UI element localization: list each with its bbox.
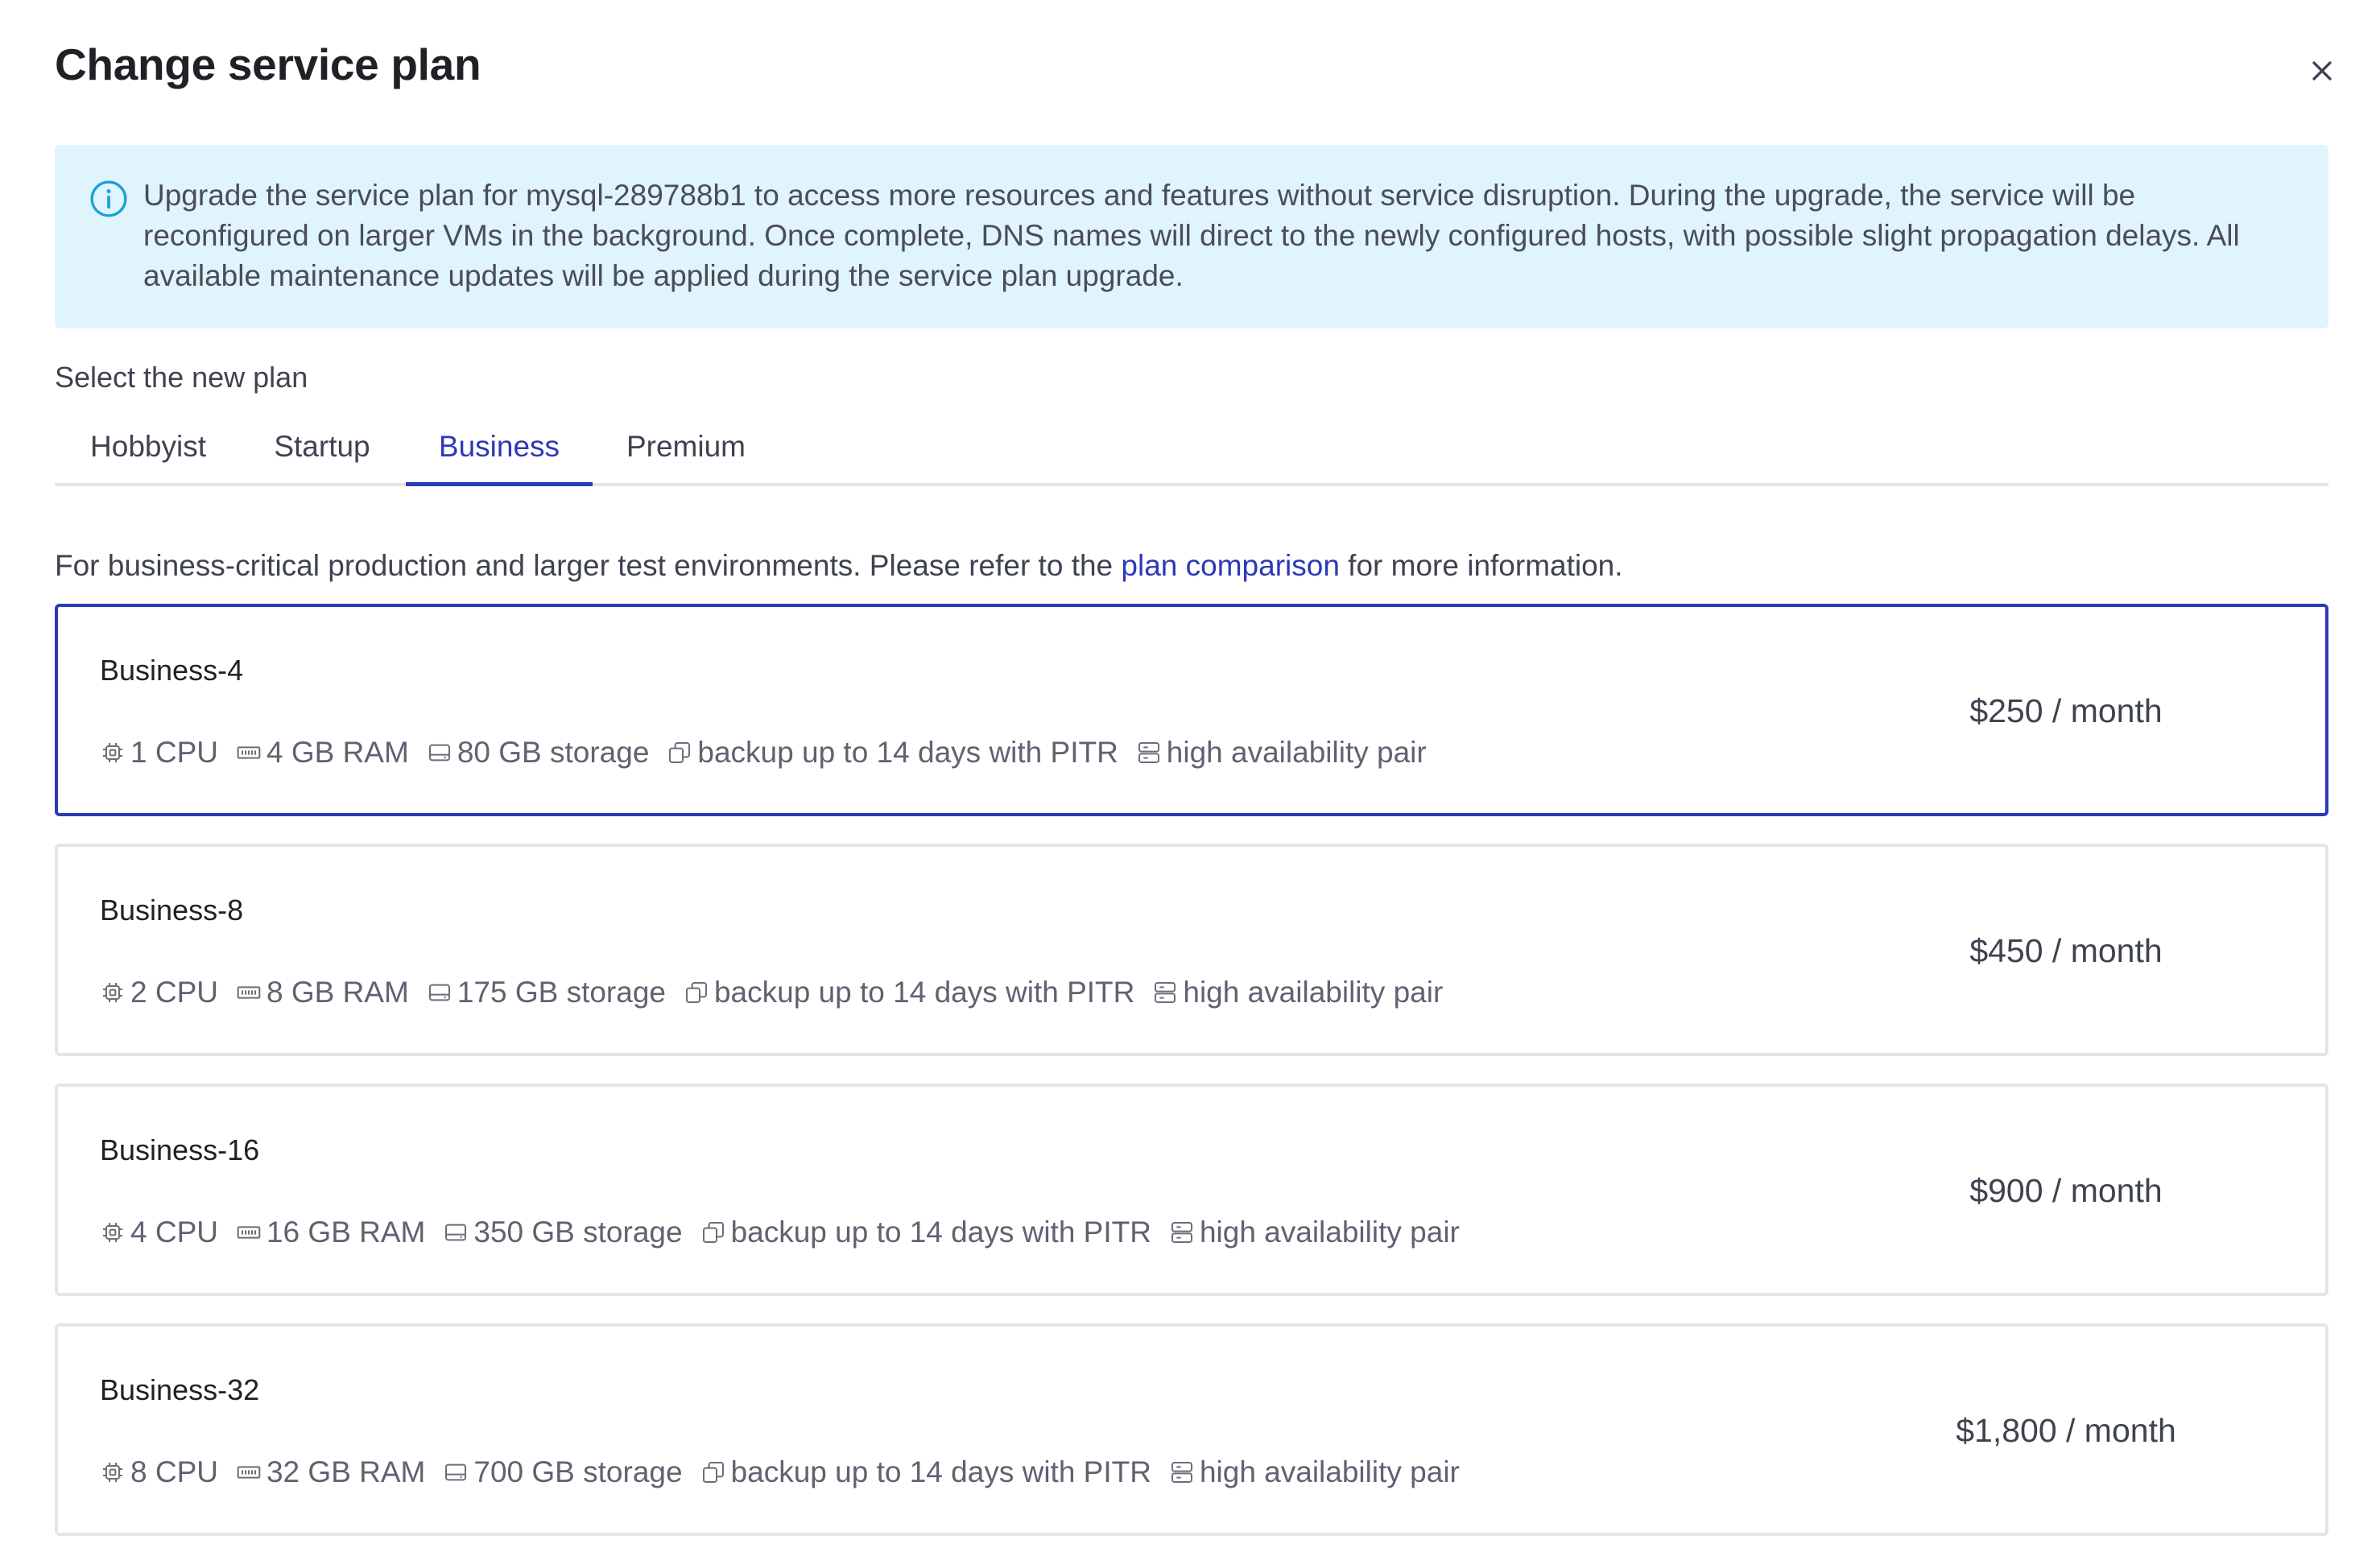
plan-specs: 8 CPU 32 GB RAM 700 GB storage backup up… (100, 1455, 1477, 1489)
plan-name: Business-8 (100, 894, 244, 927)
plan-comparison-link[interactable]: plan comparison (1121, 549, 1339, 582)
spec-ram: 8 GB RAM (236, 976, 409, 1009)
server-pair-icon (1171, 1462, 1192, 1483)
memory-icon (237, 986, 261, 999)
spec-ram-text: 4 GB RAM (266, 736, 409, 769)
spec-backup: backup up to 14 days with PITR (684, 976, 1134, 1009)
spec-ram-text: 16 GB RAM (266, 1216, 426, 1249)
select-plan-label: Select the new plan (55, 361, 308, 394)
tab-startup[interactable]: Startup (242, 411, 403, 483)
storage-icon (428, 984, 450, 1001)
plan-price: $450 / month (1969, 932, 2163, 969)
plan-price: $1,800 / month (1956, 1412, 2176, 1449)
change-plan-dialog: Change service plan Upgrade the service … (0, 0, 2380, 1552)
spec-storage-text: 80 GB storage (457, 736, 650, 769)
backup-icon (669, 742, 691, 763)
spec-storage-text: 700 GB storage (473, 1455, 683, 1488)
spec-ram: 32 GB RAM (236, 1455, 425, 1489)
plan-name: Business-16 (100, 1133, 260, 1166)
cpu-icon (103, 1223, 122, 1242)
spec-ha: high availability pair (1136, 736, 1427, 770)
spec-cpu-text: 8 CPU (130, 1455, 218, 1488)
spec-backup: backup up to 14 days with PITR (700, 1216, 1151, 1249)
spec-cpu: 1 CPU (100, 736, 218, 770)
plan-description: For business-critical production and lar… (55, 549, 1623, 583)
spec-ram-text: 8 GB RAM (266, 976, 409, 1009)
memory-icon (237, 746, 261, 759)
spec-ram-text: 32 GB RAM (266, 1455, 426, 1488)
spec-cpu: 4 CPU (100, 1216, 218, 1249)
spec-ha-text: high availability pair (1166, 736, 1427, 769)
plan-card-business-32[interactable]: Business-32 8 CPU 32 GB RAM 700 GB stora… (55, 1323, 2328, 1536)
storage-icon (428, 744, 450, 762)
plan-price: $250 / month (1969, 692, 2163, 729)
spec-cpu: 8 CPU (100, 1455, 218, 1489)
backup-icon (685, 982, 707, 1003)
description-text-before: For business-critical production and lar… (55, 549, 1122, 582)
spec-ha-text: high availability pair (1183, 976, 1444, 1009)
backup-icon (702, 1222, 724, 1243)
spec-backup-text: backup up to 14 days with PITR (697, 736, 1118, 769)
spec-storage-text: 175 GB storage (457, 976, 666, 1009)
info-banner: Upgrade the service plan for mysql-28978… (55, 145, 2328, 328)
plan-name: Business-4 (100, 654, 244, 687)
spec-ha-text: high availability pair (1199, 1455, 1460, 1488)
spec-ha: high availability pair (1169, 1455, 1460, 1489)
plan-name: Business-32 (100, 1373, 260, 1406)
spec-storage: 350 GB storage (443, 1216, 683, 1249)
dialog-title: Change service plan (55, 39, 481, 89)
info-icon (90, 180, 127, 217)
spec-ha-text: high availability pair (1199, 1216, 1460, 1249)
server-pair-icon (1171, 1222, 1192, 1243)
plan-card-business-8[interactable]: Business-8 2 CPU 8 GB RAM 175 GB storage… (55, 844, 2328, 1056)
spec-cpu-text: 1 CPU (130, 736, 218, 769)
spec-backup-text: backup up to 14 days with PITR (713, 976, 1135, 1009)
spec-ha: high availability pair (1169, 1216, 1460, 1249)
tab-premium[interactable]: Premium (593, 411, 779, 483)
description-text-after: for more information. (1339, 549, 1623, 582)
spec-storage: 700 GB storage (443, 1455, 683, 1489)
spec-backup: backup up to 14 days with PITR (700, 1455, 1151, 1489)
memory-icon (237, 1226, 261, 1239)
spec-cpu: 2 CPU (100, 976, 218, 1009)
info-text: Upgrade the service plan for mysql-28978… (143, 179, 2240, 292)
spec-ha: high availability pair (1152, 976, 1443, 1009)
cpu-icon (103, 743, 122, 762)
plan-specs: 4 CPU 16 GB RAM 350 GB storage backup up… (100, 1216, 1477, 1249)
cpu-icon (103, 1463, 122, 1482)
backup-icon (702, 1462, 724, 1483)
memory-icon (237, 1466, 261, 1479)
storage-icon (445, 1224, 467, 1241)
close-icon (2312, 61, 2332, 80)
spec-storage: 80 GB storage (427, 736, 650, 770)
spec-ram: 16 GB RAM (236, 1216, 425, 1249)
storage-icon (445, 1463, 467, 1481)
plan-specs: 2 CPU 8 GB RAM 175 GB storage backup up … (100, 976, 1461, 1009)
server-pair-icon (1138, 742, 1159, 763)
close-button[interactable] (2301, 50, 2343, 92)
spec-backup-text: backup up to 14 days with PITR (730, 1455, 1151, 1488)
spec-cpu-text: 2 CPU (130, 976, 218, 1009)
plan-specs: 1 CPU 4 GB RAM 80 GB storage backup up t… (100, 736, 1444, 770)
spec-storage-text: 350 GB storage (473, 1216, 683, 1249)
spec-backup: backup up to 14 days with PITR (667, 736, 1118, 770)
spec-cpu-text: 4 CPU (130, 1216, 218, 1249)
tab-business[interactable]: Business (406, 411, 593, 486)
plan-card-business-4[interactable]: Business-4 1 CPU 4 GB RAM 80 GB storage … (55, 604, 2328, 816)
spec-backup-text: backup up to 14 days with PITR (730, 1216, 1151, 1249)
plan-tier-tabs: Hobbyist Startup Business Premium (55, 411, 2328, 486)
tab-hobbyist[interactable]: Hobbyist (55, 411, 242, 483)
server-pair-icon (1155, 982, 1176, 1003)
plan-card-business-16[interactable]: Business-16 4 CPU 16 GB RAM 350 GB stora… (55, 1084, 2328, 1296)
spec-storage: 175 GB storage (427, 976, 666, 1009)
plan-price: $900 / month (1969, 1172, 2163, 1209)
spec-ram: 4 GB RAM (236, 736, 409, 770)
cpu-icon (103, 983, 122, 1002)
